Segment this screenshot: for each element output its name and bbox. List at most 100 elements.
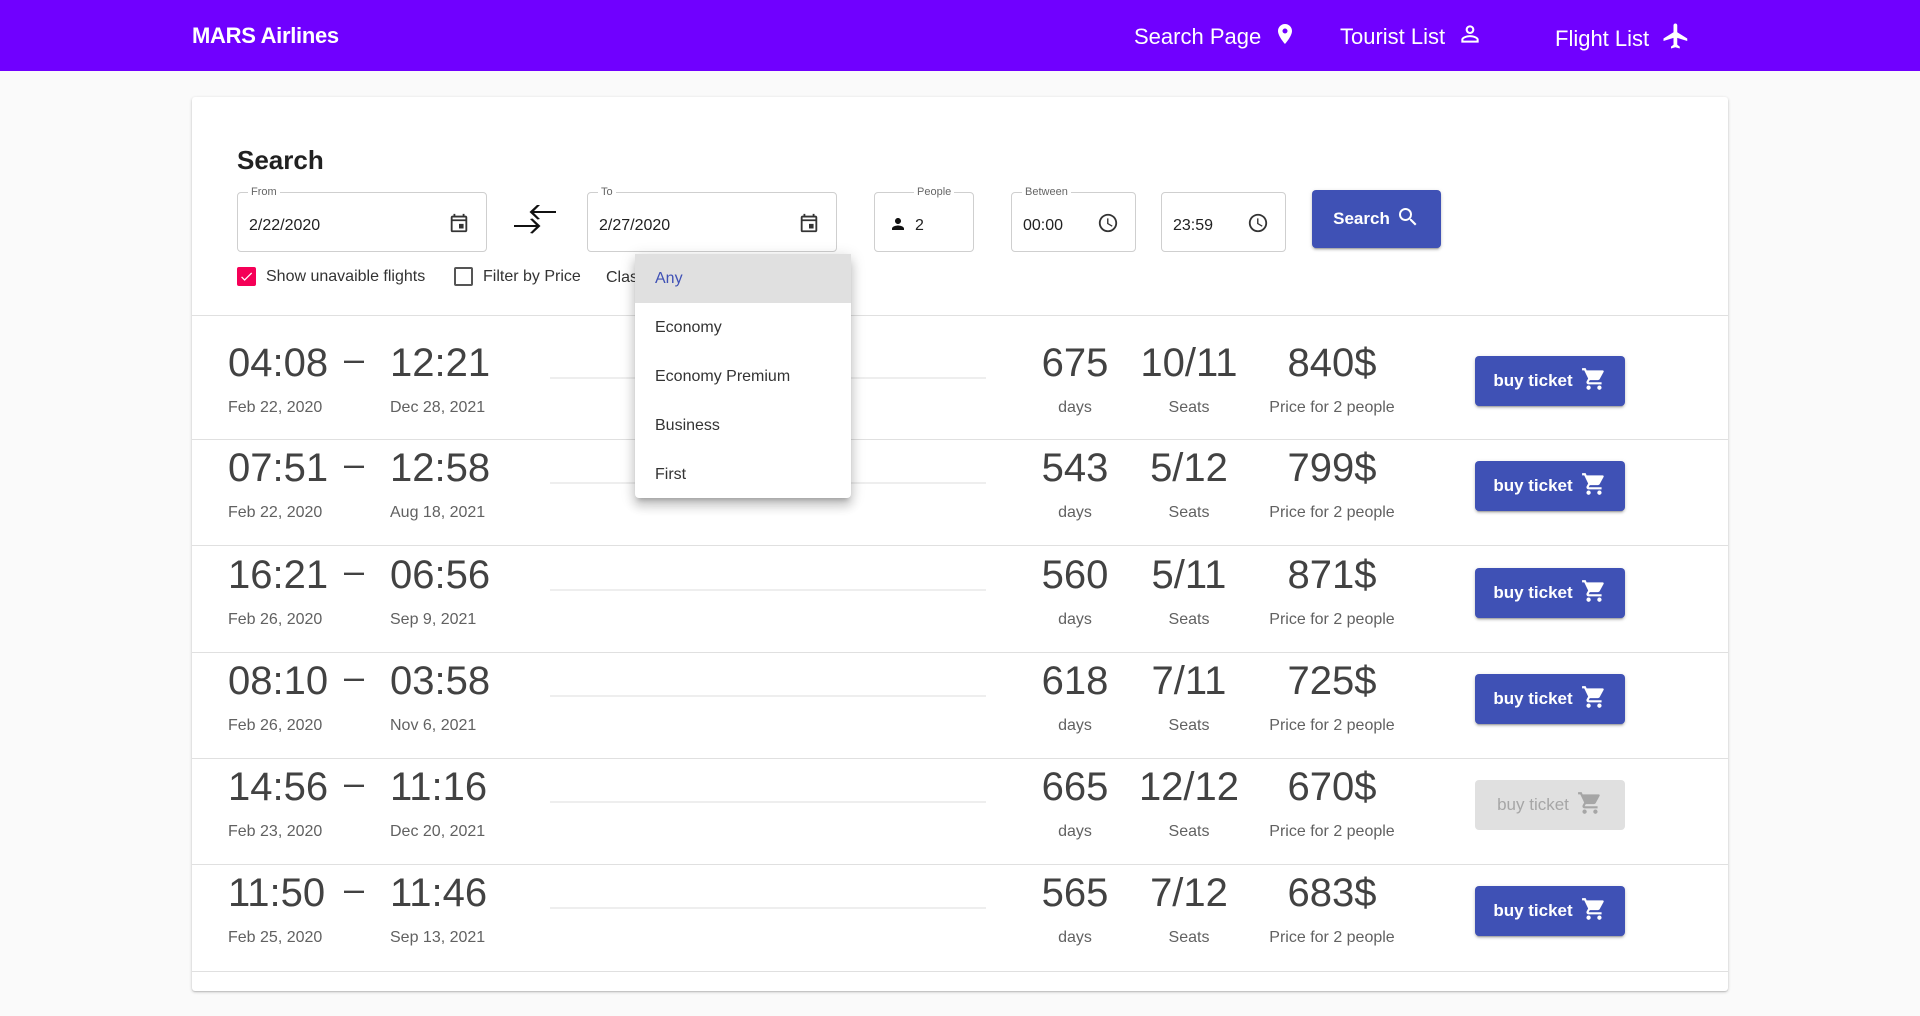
departure-time: 16:21 (228, 553, 329, 597)
to-date-field[interactable]: To 2/27/2020 (587, 185, 837, 252)
price-value: 799$ (1287, 446, 1377, 490)
people-field[interactable]: People 2 (874, 185, 974, 252)
days-label: days (1058, 929, 1092, 946)
flight-row: 16:21 Feb 26, 2020 – 06:56 Sep 9, 2021 5… (192, 528, 1728, 634)
arrival-date: Sep 13, 2021 (390, 929, 486, 946)
dash: – (344, 762, 365, 803)
departure-date: Feb 26, 2020 (228, 611, 323, 628)
buy-ticket-button[interactable]: buy ticket (1475, 461, 1625, 511)
departure-time: 11:50 (228, 871, 326, 915)
departure-time: 07:51 (228, 446, 329, 490)
buy-ticket-button[interactable]: buy ticket (1475, 568, 1625, 618)
search-title: Search (237, 145, 324, 175)
person-icon (1457, 21, 1483, 53)
departure-date: Feb 26, 2020 (228, 717, 323, 734)
search-card: Search From 2/22/2020 To 2/27/2020 Peopl… (192, 97, 1728, 991)
seats-value: 5/11 (1151, 553, 1227, 597)
price-label: Price for 2 people (1269, 717, 1395, 734)
dash: – (344, 550, 365, 591)
from-label: From (248, 185, 280, 199)
between-label: Between (1022, 185, 1071, 199)
arrival-time: 12:21 (390, 341, 491, 385)
from-date-field[interactable]: From 2/22/2020 (237, 185, 487, 252)
show-unavailable-checkbox[interactable]: Show unavaible flights (237, 267, 425, 286)
arrival-time: 11:46 (390, 871, 488, 915)
seats-value: 10/11 (1140, 341, 1238, 385)
departure-time: 14:56 (228, 765, 329, 809)
arrival-time: 12:58 (390, 446, 491, 490)
nav-flight-list[interactable]: Flight List (1555, 21, 1691, 57)
seats-label: Seats (1168, 504, 1210, 521)
days-label: days (1058, 717, 1092, 734)
nav-tourist-list[interactable]: Tourist List (1340, 21, 1483, 53)
divider (192, 971, 1728, 972)
flight-row: 08:10 Feb 26, 2020 – 03:58 Nov 6, 2021 6… (192, 634, 1728, 740)
class-option-economy-premium[interactable]: Economy Premium (635, 352, 851, 401)
price-value: 725$ (1287, 659, 1377, 703)
buy-ticket-button[interactable]: buy ticket (1475, 886, 1625, 936)
class-option-economy[interactable]: Economy (635, 303, 851, 352)
to-value: 2/27/2020 (599, 217, 671, 234)
time-end-field[interactable]: 23:59 (1161, 192, 1286, 252)
departure-date: Feb 23, 2020 (228, 823, 323, 840)
seats-value: 7/12 (1150, 871, 1228, 915)
location-pin-icon (1273, 21, 1297, 53)
filter-price-checkbox[interactable]: Filter by Price (454, 267, 581, 286)
dash: – (344, 443, 365, 484)
time-start-field[interactable]: Between 00:00 (1011, 185, 1136, 252)
seats-value: 12/12 (1138, 765, 1240, 809)
shopping-cart-icon (1581, 471, 1607, 502)
departure-time: 04:08 (228, 341, 329, 385)
nav-search-page[interactable]: Search Page (1134, 21, 1297, 53)
swap-arrows-icon[interactable] (512, 204, 558, 242)
search-button-label: Search (1333, 209, 1390, 228)
days-label: days (1058, 823, 1092, 840)
buy-ticket-button[interactable]: buy ticket (1475, 356, 1625, 406)
price-label: Price for 2 people (1269, 504, 1395, 521)
class-option-any[interactable]: Any (635, 254, 851, 303)
calendar-icon[interactable] (798, 212, 820, 239)
nav-label: Search Page (1134, 24, 1262, 49)
seats-value: 5/12 (1150, 446, 1228, 490)
buy-ticket-label: buy ticket (1493, 371, 1573, 390)
seats-label: Seats (1168, 717, 1210, 734)
days-label: days (1058, 399, 1092, 416)
shopping-cart-icon (1581, 578, 1607, 609)
price-label: Price for 2 people (1269, 929, 1395, 946)
shopping-cart-icon (1581, 896, 1607, 927)
arrival-time: 11:16 (390, 765, 488, 809)
flight-row: 04:08 Feb 22, 2020 – 12:21 Dec 28, 2021 … (192, 316, 1728, 422)
buy-ticket-label: buy ticket (1493, 476, 1573, 495)
class-option-first[interactable]: First (635, 450, 851, 499)
buy-ticket-label: buy ticket (1493, 901, 1573, 920)
brand-logo[interactable]: MARS Airlines (192, 23, 339, 49)
route-line (550, 695, 986, 697)
days-label: days (1058, 611, 1092, 628)
departure-date: Feb 25, 2020 (228, 929, 323, 946)
nav-label: Tourist List (1340, 24, 1446, 49)
dash: – (344, 656, 365, 697)
seats-label: Seats (1168, 399, 1210, 416)
people-label: People (914, 185, 955, 199)
class-option-business[interactable]: Business (635, 401, 851, 450)
clock-icon[interactable] (1247, 212, 1269, 239)
app-bar: MARS Airlines Search Page Tourist List F… (0, 0, 1920, 71)
filter-price-label: Filter by Price (483, 267, 581, 285)
arrival-date: Aug 18, 2021 (390, 504, 486, 521)
price-label: Price for 2 people (1269, 399, 1395, 416)
checkbox-checked-icon[interactable] (237, 267, 256, 286)
clock-icon[interactable] (1097, 212, 1119, 239)
buy-ticket-label: buy ticket (1493, 583, 1573, 602)
search-button[interactable]: Search (1312, 190, 1441, 248)
price-value: 683$ (1287, 871, 1377, 915)
checkbox-unchecked-icon[interactable] (454, 267, 473, 286)
departure-date: Feb 22, 2020 (228, 504, 323, 521)
from-value: 2/22/2020 (249, 217, 321, 234)
duration-days: 618 (1041, 659, 1109, 703)
dash: – (344, 868, 365, 909)
flight-row: 11:50 Feb 25, 2020 – 11:46 Sep 13, 2021 … (192, 846, 1728, 952)
buy-ticket-button[interactable]: buy ticket (1475, 674, 1625, 724)
class-select-label[interactable]: Class (606, 269, 636, 287)
show-unavailable-label: Show unavaible flights (266, 267, 426, 285)
calendar-icon[interactable] (448, 212, 470, 239)
